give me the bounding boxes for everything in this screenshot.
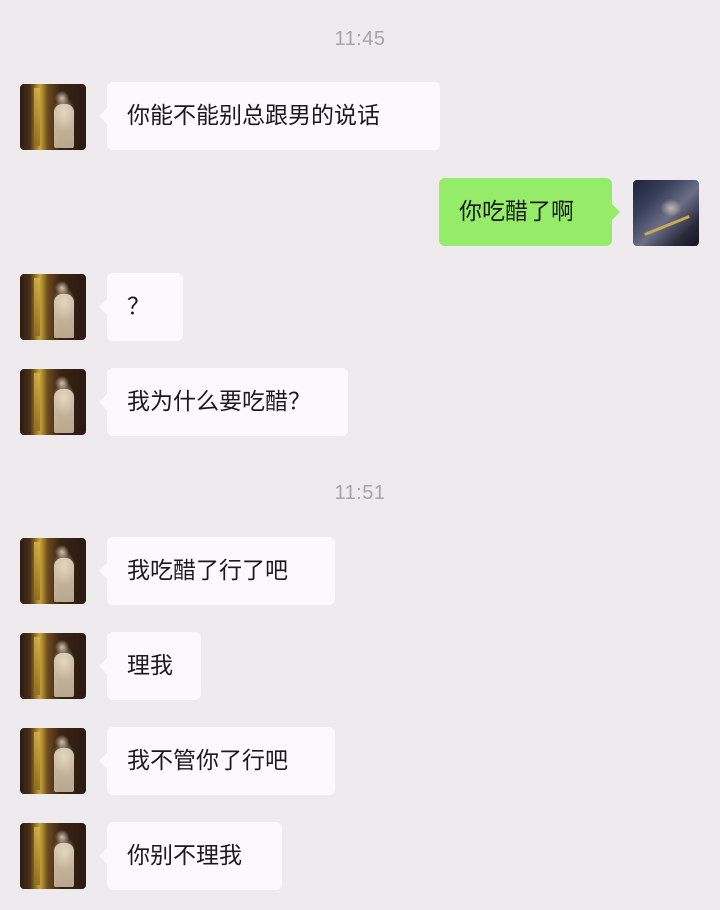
message-bubble-incoming[interactable]: ？: [99, 273, 183, 341]
timestamp: 11:45: [334, 28, 386, 50]
contact-avatar-icon[interactable]: [20, 84, 86, 150]
contact-avatar-icon[interactable]: [20, 633, 86, 699]
contact-avatar-icon[interactable]: [20, 538, 86, 604]
contact-avatar-icon[interactable]: [20, 369, 86, 435]
message-bubble-incoming[interactable]: 我不管你了行吧: [99, 727, 335, 795]
contact-avatar-icon[interactable]: [20, 274, 86, 340]
contact-avatar-icon[interactable]: [20, 823, 86, 889]
message-bubble-incoming[interactable]: 理我: [99, 632, 201, 700]
message-bubble-incoming[interactable]: 你能不能别总跟男的说话: [99, 82, 440, 150]
chat-area[interactable]: 11:45 你能不能别总跟男的说话 你吃醋了啊 ？ 我为什么要吃醋？ 11:51…: [0, 0, 720, 910]
message-bubble-incoming[interactable]: 我为什么要吃醋？: [99, 368, 348, 436]
contact-avatar-icon[interactable]: [20, 728, 86, 794]
message-bubble-outgoing[interactable]: 你吃醋了啊: [439, 178, 620, 246]
message-bubble-incoming[interactable]: 你别不理我: [99, 822, 282, 890]
message-bubble-incoming[interactable]: 我吃醋了行了吧: [99, 537, 335, 605]
self-avatar-icon[interactable]: [633, 180, 699, 246]
timestamp: 11:51: [334, 482, 386, 504]
